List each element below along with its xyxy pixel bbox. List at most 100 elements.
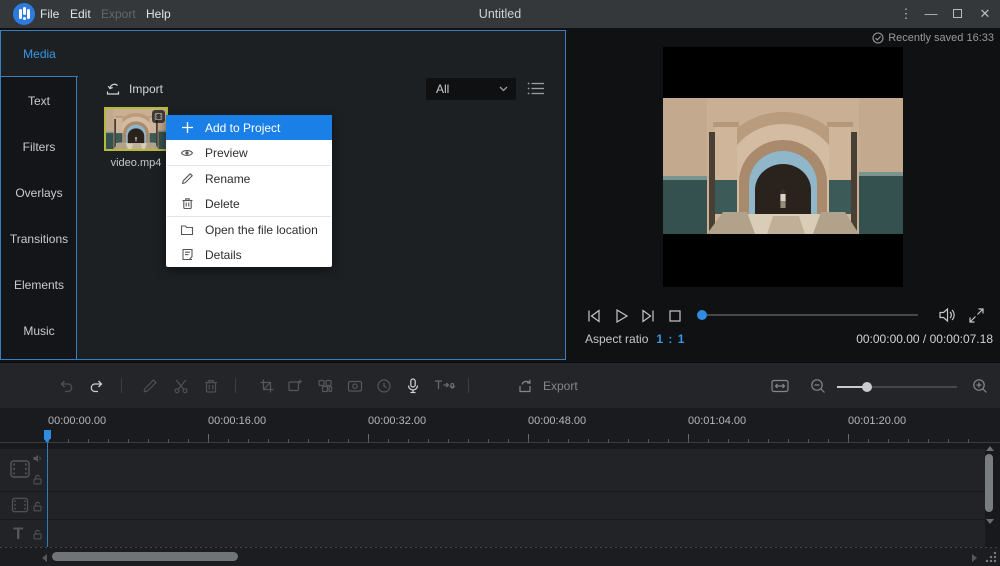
window-title: Untitled bbox=[400, 0, 600, 28]
play-button[interactable] bbox=[612, 307, 630, 325]
preview-canvas[interactable] bbox=[663, 47, 903, 287]
pencil-icon bbox=[180, 172, 194, 186]
import-icon bbox=[105, 81, 121, 97]
media-filter-dropdown[interactable]: All bbox=[426, 78, 516, 100]
context-item-label: Rename bbox=[205, 172, 250, 186]
horizontal-scrollbar-track[interactable] bbox=[0, 548, 1000, 566]
video-track-lock-icon[interactable] bbox=[32, 474, 43, 485]
check-circle-icon bbox=[872, 32, 884, 44]
zoom-slider-handle[interactable] bbox=[862, 382, 872, 392]
seek-bar[interactable] bbox=[700, 314, 918, 316]
playhead-marker[interactable] bbox=[44, 430, 51, 439]
stop-button[interactable] bbox=[666, 307, 684, 325]
freeze-frame-button[interactable] bbox=[346, 377, 364, 395]
video-track-icon bbox=[8, 457, 32, 481]
minimize-button[interactable]: — bbox=[918, 0, 944, 28]
ruler-label: 00:00:16.00 bbox=[208, 415, 266, 427]
tab-elements[interactable]: Elements bbox=[1, 262, 77, 308]
timeline-toolbar: Export bbox=[0, 362, 1000, 408]
fullscreen-icon[interactable] bbox=[968, 307, 985, 324]
undo-button[interactable] bbox=[57, 377, 75, 395]
toolbar-separator bbox=[121, 378, 122, 393]
seek-handle[interactable] bbox=[697, 310, 707, 320]
close-button[interactable]: ✕ bbox=[972, 0, 998, 28]
track-audio-icon[interactable] bbox=[32, 453, 43, 464]
time-display: 00:00:00.00 / 00:00:07.18 bbox=[856, 332, 993, 346]
list-view-button[interactable] bbox=[527, 81, 545, 96]
voiceover-button[interactable] bbox=[404, 377, 422, 395]
import-button[interactable]: Import bbox=[105, 79, 163, 99]
video-frame bbox=[663, 98, 903, 234]
tab-media[interactable]: Media bbox=[1, 31, 78, 77]
zoom-region-button[interactable] bbox=[286, 377, 304, 395]
details-icon bbox=[180, 248, 194, 262]
tab-filters[interactable]: Filters bbox=[1, 124, 77, 170]
menu-edit[interactable]: Edit bbox=[70, 0, 91, 28]
zoom-in-button[interactable] bbox=[971, 377, 989, 395]
chevron-down-icon bbox=[499, 86, 508, 92]
previous-frame-button[interactable] bbox=[585, 307, 603, 325]
export-icon[interactable] bbox=[516, 377, 534, 395]
folder-icon bbox=[180, 223, 194, 237]
text-track-icon: T bbox=[13, 524, 23, 544]
maximize-button[interactable] bbox=[944, 0, 970, 28]
next-frame-button[interactable] bbox=[639, 307, 657, 325]
app-logo-icon[interactable] bbox=[13, 3, 35, 25]
delete-clip-button[interactable] bbox=[202, 377, 220, 395]
aspect-ratio[interactable]: Aspect ratio1 : 1 bbox=[585, 332, 685, 346]
trash-icon bbox=[180, 197, 194, 211]
scroll-right-arrow[interactable] bbox=[972, 554, 977, 562]
context-add-to-project[interactable]: Add to Project bbox=[166, 115, 332, 140]
tab-overlays[interactable]: Overlays bbox=[1, 170, 77, 216]
more-options-icon[interactable]: ⋮ bbox=[893, 0, 919, 28]
context-item-label: Delete bbox=[205, 197, 240, 211]
redo-button[interactable] bbox=[88, 377, 106, 395]
menu-file[interactable]: File bbox=[40, 0, 59, 28]
ruler-label: 00:01:20.00 bbox=[848, 415, 906, 427]
zoom-out-button[interactable] bbox=[809, 377, 827, 395]
timeline-tracks: T bbox=[0, 443, 1000, 548]
video-file-badge-icon bbox=[152, 110, 165, 123]
overlay-track-lock-icon[interactable] bbox=[32, 501, 43, 512]
context-item-label: Open the file location bbox=[205, 223, 318, 237]
context-delete[interactable]: Delete bbox=[166, 191, 332, 216]
timeline-ruler[interactable]: 00:00:00.00 00:00:16.00 00:00:32.00 00:0… bbox=[0, 408, 1000, 443]
context-preview[interactable]: Preview bbox=[166, 140, 332, 165]
context-rename[interactable]: Rename bbox=[166, 166, 332, 191]
text-to-speech-button[interactable] bbox=[433, 377, 457, 395]
vertical-scroll-up-arrow[interactable] bbox=[986, 446, 994, 451]
export-button[interactable]: Export bbox=[543, 379, 578, 393]
horizontal-scrollbar[interactable] bbox=[52, 552, 238, 561]
mosaic-button[interactable] bbox=[316, 377, 334, 395]
crop-button[interactable] bbox=[258, 377, 276, 395]
ruler-label: 00:00:00.00 bbox=[48, 415, 106, 427]
toolbar-separator bbox=[235, 378, 236, 393]
context-item-label: Add to Project bbox=[205, 121, 280, 135]
playhead-line[interactable] bbox=[47, 443, 48, 547]
context-item-label: Details bbox=[205, 248, 242, 262]
split-button[interactable] bbox=[172, 377, 190, 395]
media-filter-value: All bbox=[436, 82, 449, 96]
duration-button[interactable] bbox=[375, 377, 393, 395]
ruler-label: 00:00:48.00 bbox=[528, 415, 586, 427]
context-details[interactable]: Details bbox=[166, 242, 332, 267]
fit-timeline-button[interactable] bbox=[770, 377, 790, 395]
video-track[interactable] bbox=[0, 449, 985, 491]
menu-help[interactable]: Help bbox=[146, 0, 171, 28]
text-track-lock-icon[interactable] bbox=[32, 529, 43, 540]
vertical-scrollbar[interactable] bbox=[985, 454, 993, 512]
vertical-scroll-down-arrow[interactable] bbox=[986, 519, 994, 524]
context-open-file-location[interactable]: Open the file location bbox=[166, 217, 332, 242]
volume-icon[interactable] bbox=[938, 306, 958, 324]
tab-music[interactable]: Music bbox=[1, 308, 77, 354]
edit-clip-button[interactable] bbox=[141, 377, 159, 395]
menu-export[interactable]: Export bbox=[101, 0, 136, 28]
tab-transitions[interactable]: Transitions bbox=[1, 216, 77, 262]
text-track[interactable] bbox=[0, 520, 985, 547]
resize-grip-icon[interactable] bbox=[984, 551, 997, 564]
aspect-ratio-value: 1 : 1 bbox=[656, 332, 685, 346]
overlay-track[interactable] bbox=[0, 492, 985, 519]
tab-text[interactable]: Text bbox=[1, 78, 77, 124]
media-clip-thumbnail[interactable] bbox=[104, 107, 168, 151]
scroll-left-arrow[interactable] bbox=[42, 554, 47, 562]
